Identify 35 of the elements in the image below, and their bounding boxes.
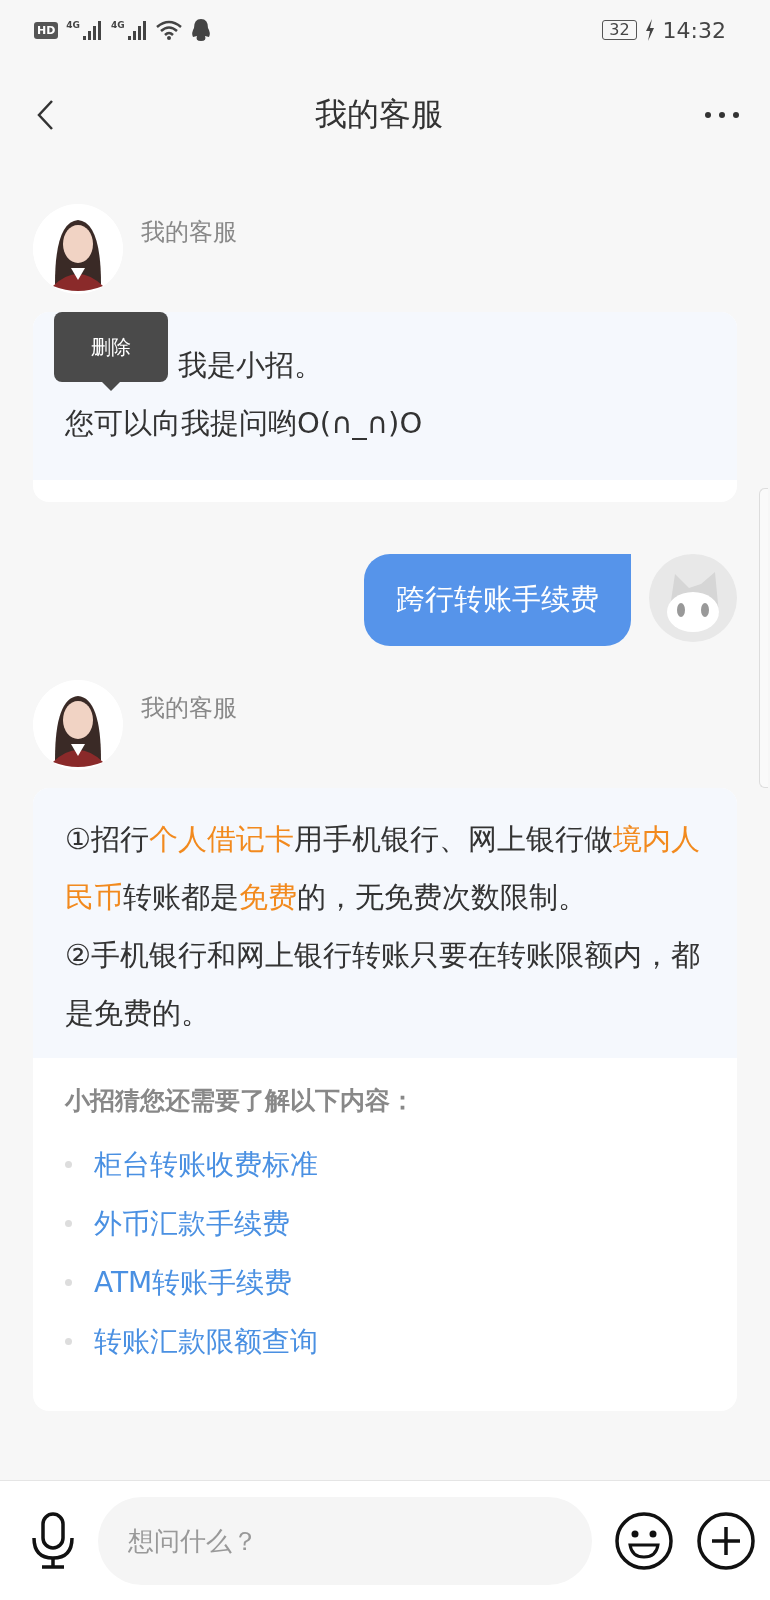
suggestion-link[interactable]: 柜台转账收费标准 xyxy=(94,1145,318,1184)
suggestion-link[interactable]: 转账汇款限额查询 xyxy=(94,1322,318,1361)
bullet-dot xyxy=(65,1161,72,1168)
message-text: 我是小招。 xyxy=(178,347,323,384)
signal-icon xyxy=(81,20,103,40)
hd-badge: HD xyxy=(34,21,59,39)
bullet-dot xyxy=(65,1338,72,1345)
sender-name: 我的客服 xyxy=(141,217,237,248)
penguin-icon xyxy=(189,18,212,42)
suggestion-heading: 小招猜您还需要了解以下内容： xyxy=(65,1085,416,1117)
message-text: 您可以向我提问哟O(∩_∩)O xyxy=(65,405,424,442)
battery-level: 32 xyxy=(602,20,637,40)
bullet-dot xyxy=(65,1279,72,1286)
message-bubble: 跨行转账手续费 xyxy=(364,554,631,646)
page-title: 我的客服 xyxy=(315,94,443,135)
suggestion-link[interactable]: 外币汇款手续费 xyxy=(94,1204,290,1243)
network-label: 4G xyxy=(66,20,80,30)
plus-icon[interactable] xyxy=(696,1510,756,1571)
message-text: ②手机银行和网上银行转账只要在转账限额内，都是免费的。 xyxy=(65,937,701,1032)
microphone-icon[interactable] xyxy=(30,1511,76,1570)
sender-name: 我的客服 xyxy=(141,693,237,724)
tooltip-pointer-icon xyxy=(102,382,120,391)
clock-time: 14:32 xyxy=(662,17,726,43)
charging-icon xyxy=(644,19,655,41)
suggestion-link[interactable]: ATM转账手续费 xyxy=(94,1263,293,1302)
wifi-icon xyxy=(155,20,182,40)
more-button[interactable] xyxy=(704,111,740,119)
emoji-icon[interactable] xyxy=(614,1510,674,1571)
network-label: 4G xyxy=(111,20,125,30)
bullet-dot xyxy=(65,1220,72,1227)
message-input[interactable]: 想问什么？ xyxy=(98,1496,592,1585)
avatar-icon xyxy=(649,554,737,642)
back-button[interactable] xyxy=(36,99,54,131)
message-text: ①招行个人借记卡用手机银行、网上银行做境内人民币转账都是免费的，无免费次数限制。 xyxy=(65,821,701,916)
signal-icon xyxy=(125,20,148,40)
